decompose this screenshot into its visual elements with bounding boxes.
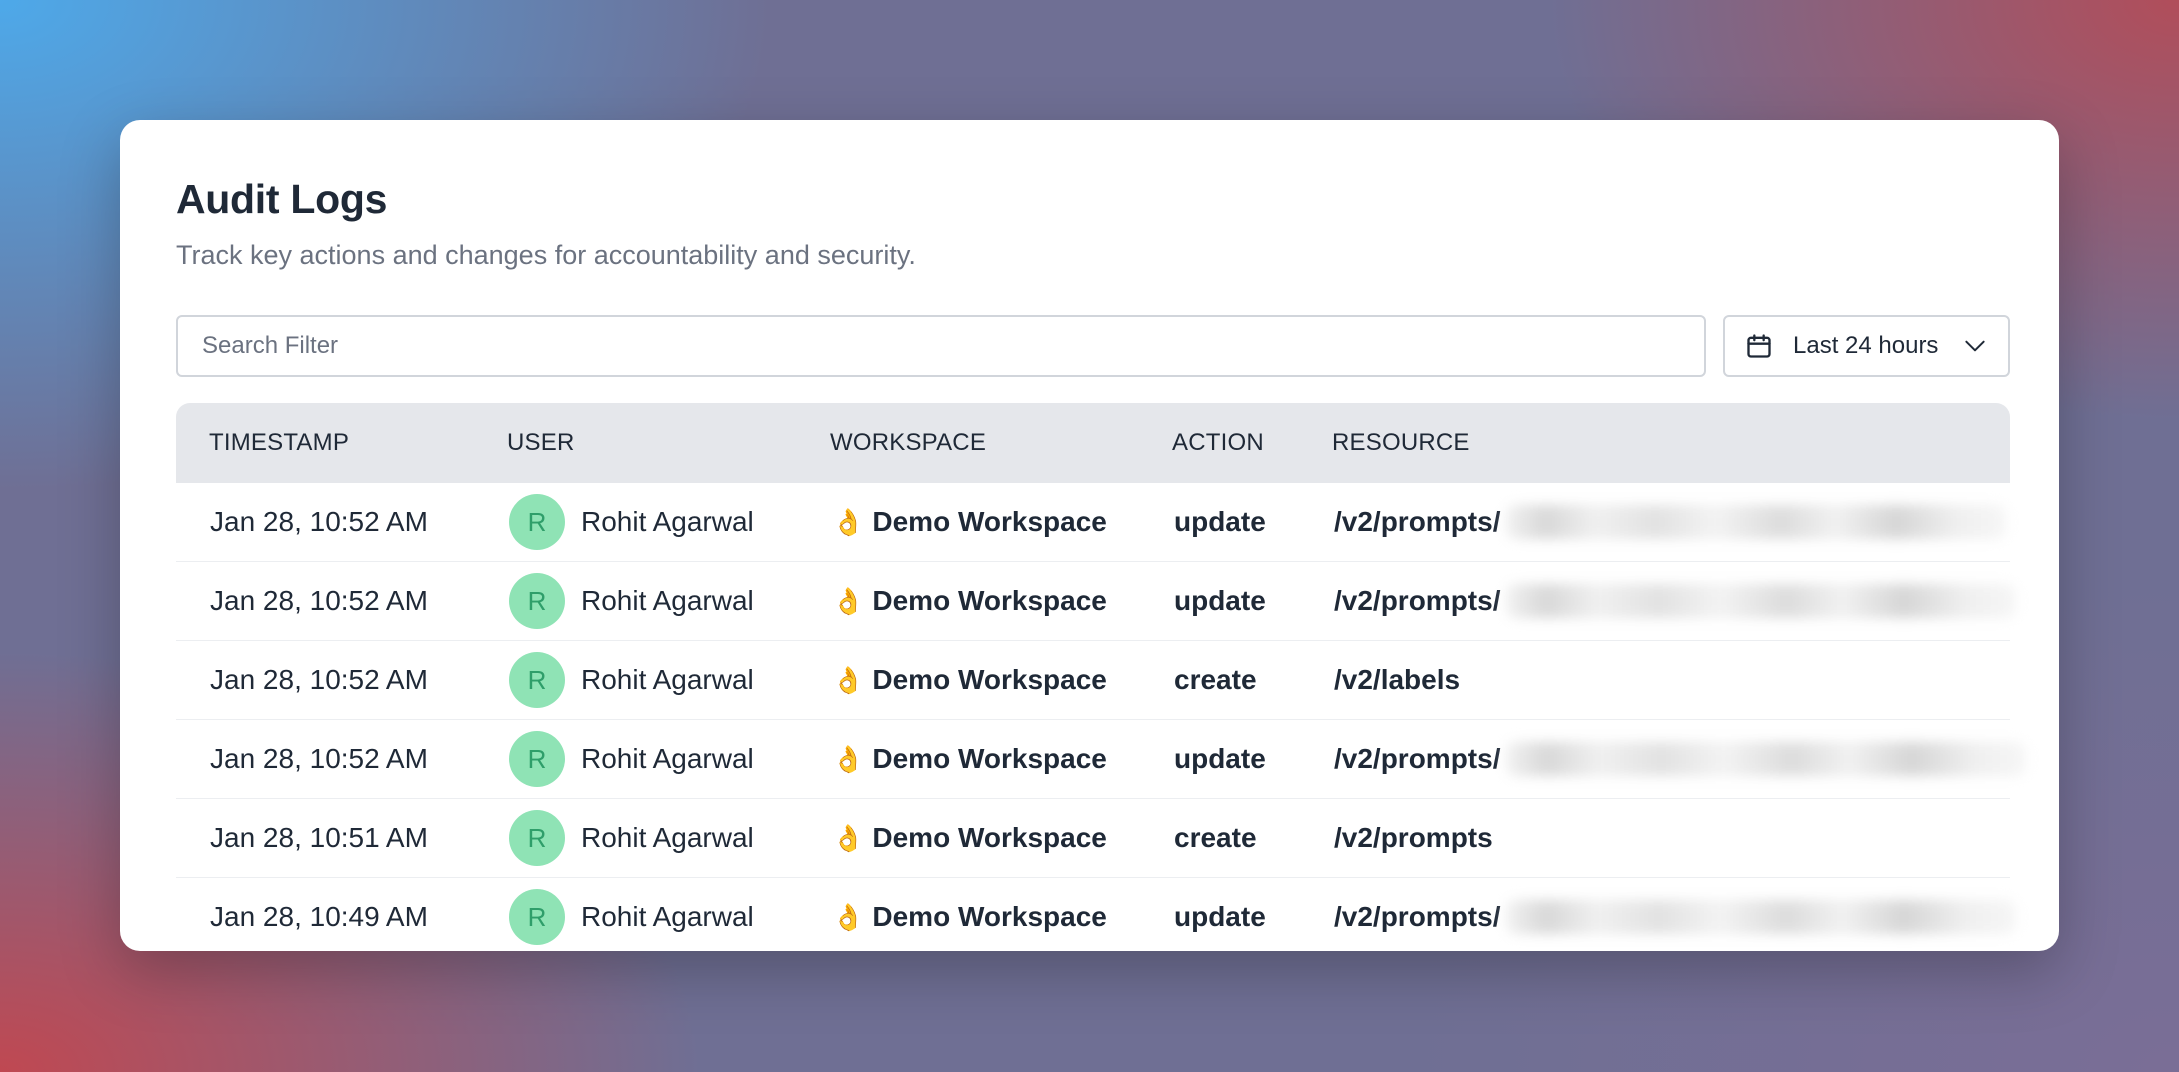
workspace-name: Demo Workspace: [872, 585, 1107, 616]
column-timestamp[interactable]: TIMESTAMP: [209, 403, 349, 483]
avatar: R: [509, 652, 565, 708]
workspace-name: Demo Workspace: [872, 822, 1107, 853]
workspace-cell: 👌 Demo Workspace: [832, 641, 1107, 719]
time-range-label: Last 24 hours: [1793, 332, 1939, 359]
avatar: R: [509, 889, 565, 945]
timestamp-text: Jan 28, 10:52 AM: [210, 506, 428, 537]
resource-path: /v2/prompts/: [1334, 506, 1501, 537]
action-cell: update: [1174, 878, 1266, 951]
table-row[interactable]: Jan 28, 10:52 AM R Rohit Agarwal 👌 Demo Work…: [176, 641, 2010, 720]
avatar: R: [509, 573, 565, 629]
resource-cell: /v2/prompts/: [1334, 878, 2017, 951]
ok-hand-icon: 👌: [832, 664, 865, 695]
action-cell: update: [1174, 483, 1266, 561]
time-range-select[interactable]: Last 24 hours: [1723, 315, 2010, 377]
resource-cell: /v2/labels: [1334, 641, 1460, 719]
ok-hand-icon: 👌: [832, 585, 865, 616]
resource-cell: /v2/prompts: [1334, 799, 1493, 877]
action-cell: update: [1174, 720, 1266, 798]
user-cell: R Rohit Agarwal: [509, 562, 754, 640]
action-text: update: [1174, 506, 1266, 537]
column-workspace[interactable]: WORKSPACE: [830, 403, 986, 483]
action-cell: update: [1174, 562, 1266, 640]
audit-log-table: TIMESTAMP USER WORKSPACE ACTION RESOURCE…: [176, 403, 2027, 951]
table-row[interactable]: Jan 28, 10:49 AM R Rohit Agarwal 👌 Demo Work…: [176, 878, 2017, 951]
timestamp-cell: Jan 28, 10:52 AM: [210, 641, 428, 719]
timestamp-cell: Jan 28, 10:51 AM: [210, 799, 428, 877]
timestamp-text: Jan 28, 10:51 AM: [210, 822, 428, 853]
page-subtitle: Track key actions and changes for accoun…: [176, 240, 916, 270]
timestamp-cell: Jan 28, 10:52 AM: [210, 562, 428, 640]
ok-hand-icon: 👌: [832, 743, 865, 774]
audit-logs-card: Audit Logs Track key actions and changes…: [120, 120, 2059, 951]
table-header: TIMESTAMP USER WORKSPACE ACTION RESOURCE: [176, 403, 2010, 483]
timestamp-cell: Jan 28, 10:52 AM: [210, 720, 428, 798]
workspace-name: Demo Workspace: [872, 506, 1107, 537]
action-text: create: [1174, 664, 1257, 695]
user-cell: R Rohit Agarwal: [509, 799, 754, 877]
redacted-text: [1506, 900, 2017, 934]
action-cell: create: [1174, 641, 1257, 719]
page-title: Audit Logs: [176, 176, 388, 222]
workspace-cell: 👌 Demo Workspace: [832, 720, 1107, 798]
avatar: R: [509, 731, 565, 787]
column-resource[interactable]: RESOURCE: [1332, 403, 1470, 483]
user-cell: R Rohit Agarwal: [509, 878, 754, 951]
resource-path: /v2/prompts/: [1334, 585, 1501, 616]
table-row[interactable]: Jan 28, 10:52 AM R Rohit Agarwal 👌 Demo Work…: [176, 483, 2010, 562]
resource-cell: /v2/prompts/: [1334, 483, 2007, 561]
avatar: R: [509, 810, 565, 866]
user-name: Rohit Agarwal: [581, 901, 754, 932]
timestamp-text: Jan 28, 10:49 AM: [210, 901, 428, 932]
timestamp-cell: Jan 28, 10:49 AM: [210, 878, 428, 951]
resource-path: /v2/prompts/: [1334, 743, 1501, 774]
table-row[interactable]: Jan 28, 10:52 AM R Rohit Agarwal 👌 Demo Work…: [176, 720, 2027, 799]
redacted-text: [1506, 505, 2007, 539]
workspace-name: Demo Workspace: [872, 743, 1107, 774]
column-action[interactable]: ACTION: [1172, 403, 1264, 483]
workspace-cell: 👌 Demo Workspace: [832, 483, 1107, 561]
column-user[interactable]: USER: [507, 403, 574, 483]
ok-hand-icon: 👌: [832, 901, 865, 932]
redacted-text: [1506, 742, 2027, 776]
redacted-text: [1506, 584, 2017, 618]
workspace-cell: 👌 Demo Workspace: [832, 562, 1107, 640]
table-body: Jan 28, 10:52 AM R Rohit Agarwal 👌 Demo Work…: [176, 483, 2027, 951]
action-cell: create: [1174, 799, 1257, 877]
workspace-cell: 👌 Demo Workspace: [832, 878, 1107, 951]
resource-path: /v2/prompts: [1334, 822, 1493, 853]
user-cell: R Rohit Agarwal: [509, 483, 754, 561]
table-row[interactable]: Jan 28, 10:51 AM R Rohit Agarwal 👌 Demo Work…: [176, 799, 2010, 878]
timestamp-cell: Jan 28, 10:52 AM: [210, 483, 428, 561]
search-filter-input[interactable]: [176, 315, 1706, 377]
table-row[interactable]: Jan 28, 10:52 AM R Rohit Agarwal 👌 Demo Work…: [176, 562, 2017, 641]
workspace-name: Demo Workspace: [872, 901, 1107, 932]
resource-path: /v2/prompts/: [1334, 901, 1501, 932]
resource-path: /v2/labels: [1334, 664, 1461, 695]
calendar-icon: [1745, 332, 1773, 360]
ok-hand-icon: 👌: [832, 822, 865, 853]
chevron-down-icon: [1962, 333, 1988, 359]
ok-hand-icon: 👌: [832, 506, 865, 537]
user-name: Rohit Agarwal: [581, 506, 754, 537]
user-cell: R Rohit Agarwal: [509, 641, 754, 719]
user-name: Rohit Agarwal: [581, 743, 754, 774]
action-text: update: [1174, 585, 1266, 616]
avatar: R: [509, 494, 565, 550]
resource-cell: /v2/prompts/: [1334, 720, 2027, 798]
action-text: update: [1174, 901, 1266, 932]
workspace-cell: 👌 Demo Workspace: [832, 799, 1107, 877]
action-text: create: [1174, 822, 1257, 853]
user-name: Rohit Agarwal: [581, 585, 754, 616]
timestamp-text: Jan 28, 10:52 AM: [210, 664, 428, 695]
user-name: Rohit Agarwal: [581, 664, 754, 695]
action-text: update: [1174, 743, 1266, 774]
user-name: Rohit Agarwal: [581, 822, 754, 853]
timestamp-text: Jan 28, 10:52 AM: [210, 585, 428, 616]
resource-cell: /v2/prompts/: [1334, 562, 2017, 640]
timestamp-text: Jan 28, 10:52 AM: [210, 743, 428, 774]
workspace-name: Demo Workspace: [872, 664, 1107, 695]
user-cell: R Rohit Agarwal: [509, 720, 754, 798]
